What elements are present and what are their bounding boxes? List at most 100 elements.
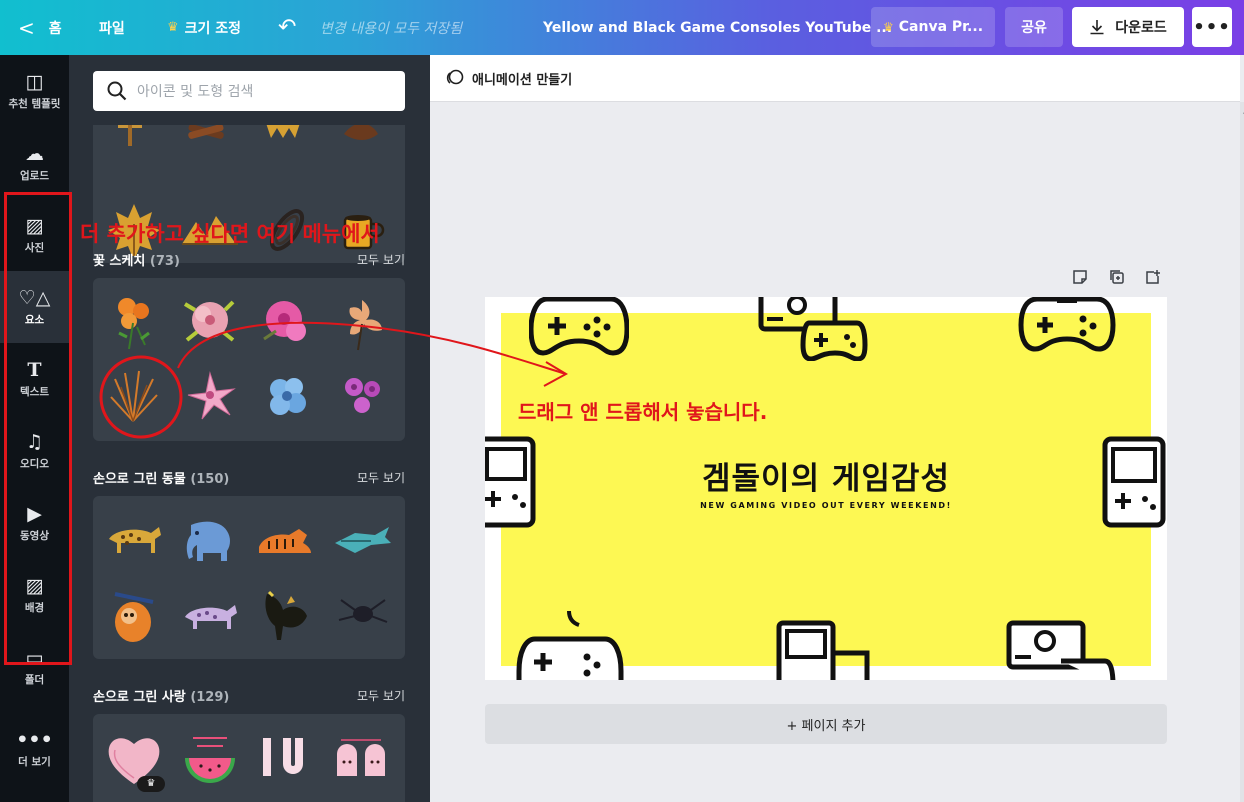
- love-card: ♛: [93, 714, 405, 802]
- vertical-scrollbar[interactable]: [1240, 102, 1244, 802]
- rail-label: 요소: [24, 313, 45, 326]
- see-all-link[interactable]: 모두 보기: [357, 687, 405, 704]
- spider-sticker[interactable]: [329, 584, 395, 646]
- music-note-icon: ♫: [25, 430, 44, 453]
- top-bar: < 홈 파일 ♛ 크기 조정 ↶ 변경 내용이 모두 저장됨 Yellow an…: [0, 0, 1244, 55]
- rooster-sticker[interactable]: [253, 584, 319, 646]
- folder-icon: ▭: [25, 646, 44, 669]
- gamepad-graphic: [529, 297, 629, 356]
- save-status: 변경 내용이 모두 저장됨: [320, 20, 463, 37]
- purple-flowers-sticker[interactable]: [329, 364, 395, 426]
- more-dots-icon: •••: [16, 728, 53, 751]
- rail-item-text[interactable]: T 텍스트: [0, 343, 69, 415]
- i-u-letters-sticker[interactable]: [253, 728, 319, 790]
- pink-bloom-sticker[interactable]: [177, 290, 243, 352]
- share-button[interactable]: 공유: [1005, 7, 1063, 47]
- download-icon: [1090, 20, 1104, 35]
- mothers-day-heart-sticker[interactable]: ♛: [101, 728, 167, 792]
- gamepad-graphic: [516, 610, 624, 680]
- canva-pro-button[interactable]: ♛ Canva Pr...: [871, 7, 995, 47]
- design-title[interactable]: 겜돌이의 게임감성: [485, 453, 1167, 498]
- orange-flower-sticker[interactable]: [101, 290, 167, 352]
- text-icon: T: [27, 358, 42, 381]
- elephant-sticker[interactable]: [177, 508, 243, 570]
- pink-lily-sticker[interactable]: [177, 364, 243, 426]
- sloth-sticker[interactable]: [101, 584, 167, 646]
- rail-label: 텍스트: [20, 385, 49, 398]
- download-button[interactable]: 다운로드: [1072, 7, 1184, 47]
- crown-icon: ♛: [882, 20, 894, 34]
- design-stage: 애니메이션 만들기 ▲: [430, 55, 1244, 802]
- rail-item-audio[interactable]: ♫ 오디오: [0, 415, 69, 487]
- section-title: 꽃 스케치 (73): [93, 254, 180, 269]
- search-placeholder: 아이콘 및 도형 검색: [137, 84, 254, 100]
- console-graphic: [1006, 620, 1116, 680]
- animals-card: [93, 496, 405, 659]
- peach-flower-sticker[interactable]: [329, 290, 395, 352]
- animate-icon: [446, 69, 464, 85]
- watermelon-sticker[interactable]: [177, 728, 243, 790]
- rail-item-elements[interactable]: ♡△ 요소: [0, 271, 69, 343]
- drag-annotation: 드래그 앤 드롭해서 놓습니다.: [518, 400, 768, 424]
- chevron-left-icon: <: [18, 15, 35, 40]
- see-all-link[interactable]: 모두 보기: [357, 251, 405, 268]
- more-options-button[interactable]: •••: [1192, 7, 1232, 47]
- photo-icon: ▨: [25, 214, 44, 237]
- rail-label: 사진: [24, 241, 45, 254]
- premium-crown-icon: ♛: [137, 776, 165, 792]
- undo-icon[interactable]: ↶: [278, 0, 296, 55]
- background-pattern-icon: ▨: [25, 574, 44, 597]
- rail-item-photos[interactable]: ▨ 사진: [0, 199, 69, 271]
- dried-flower-sticker[interactable]: [101, 364, 167, 426]
- rail-item-more[interactable]: ••• 더 보기: [0, 713, 69, 785]
- file-menu-button[interactable]: 파일: [99, 0, 125, 55]
- rail-item-video[interactable]: ▶ 동영상: [0, 487, 69, 559]
- add-page-icon[interactable]: [1145, 269, 1161, 289]
- animate-toolbar: 애니메이션 만들기: [430, 55, 1240, 102]
- elements-panel: 아이콘 및 도형 검색 꽃 스케치 (73) 모두 보기 손으로 그린 동물 (…: [69, 55, 430, 802]
- rail-label: 폴더: [24, 673, 45, 686]
- rail-item-background[interactable]: ▨ 배경: [0, 559, 69, 631]
- leopard-sticker[interactable]: [101, 508, 167, 570]
- rail-label: 추천 템플릿: [8, 97, 61, 110]
- section-header-flowers: 꽃 스케치 (73) 모두 보기: [93, 250, 405, 269]
- design-subtitle[interactable]: NEW GAMING VIDEO OUT EVERY WEEKEND!: [485, 501, 1167, 510]
- blue-flower-sticker[interactable]: [253, 364, 319, 426]
- duplicate-page-icon[interactable]: [1109, 269, 1125, 289]
- section-header-animals: 손으로 그린 동물 (150) 모두 보기: [93, 468, 405, 487]
- document-title[interactable]: Yellow and Black Game Consoles YouTube .…: [543, 0, 892, 55]
- search-icon: [107, 81, 127, 101]
- tiger-sticker[interactable]: [253, 508, 319, 570]
- menu-annotation: 더 추가하고 싶다면 여기 메뉴에서: [80, 222, 380, 246]
- page-notes-icon[interactable]: [1072, 269, 1088, 289]
- toast-couple-sticker[interactable]: [329, 728, 395, 790]
- rail-item-folder[interactable]: ▭ 폴더: [0, 631, 69, 703]
- rail-item-templates[interactable]: ◫ 추천 템플릿: [0, 55, 69, 127]
- resize-button[interactable]: ♛ 크기 조정: [167, 0, 241, 55]
- left-rail: ◫ 추천 템플릿 ☁ 업로드 ▨ 사진 ♡△ 요소 T 텍스트 ♫ 오디오 ▶ …: [0, 55, 69, 802]
- search-input[interactable]: 아이콘 및 도형 검색: [93, 71, 405, 111]
- add-page-button[interactable]: + 페이지 추가: [485, 704, 1167, 744]
- rail-label: 배경: [24, 601, 45, 614]
- rail-label: 업로드: [20, 169, 49, 182]
- home-label: 홈: [48, 20, 62, 37]
- snow-leopard-sticker[interactable]: [177, 584, 243, 646]
- elements-shapes-icon: ♡△: [18, 286, 51, 309]
- template-icon: ◫: [25, 70, 44, 93]
- see-all-link[interactable]: 모두 보기: [357, 469, 405, 486]
- rail-item-uploads[interactable]: ☁ 업로드: [0, 127, 69, 199]
- animate-button[interactable]: 애니메이션 만들기: [472, 69, 572, 88]
- video-icon: ▶: [27, 502, 42, 525]
- console-graphic: [758, 297, 868, 361]
- crown-icon: ♛: [167, 20, 179, 35]
- design-page[interactable]: 겜돌이의 게임감성 NEW GAMING VIDEO OUT EVERY WEE…: [485, 297, 1167, 680]
- crocodile-sticker[interactable]: [329, 508, 395, 570]
- section-title: 손으로 그린 동물 (150): [93, 472, 230, 487]
- rail-label: 더 보기: [18, 755, 51, 768]
- section-header-love: 손으로 그린 사랑 (129) 모두 보기: [93, 686, 405, 705]
- home-button[interactable]: < 홈: [18, 0, 62, 55]
- magenta-flower-sticker[interactable]: [253, 290, 319, 352]
- canva-pro-label: Canva Pr...: [898, 19, 984, 35]
- resize-label: 크기 조정: [184, 20, 242, 37]
- flowers-card: [93, 278, 405, 441]
